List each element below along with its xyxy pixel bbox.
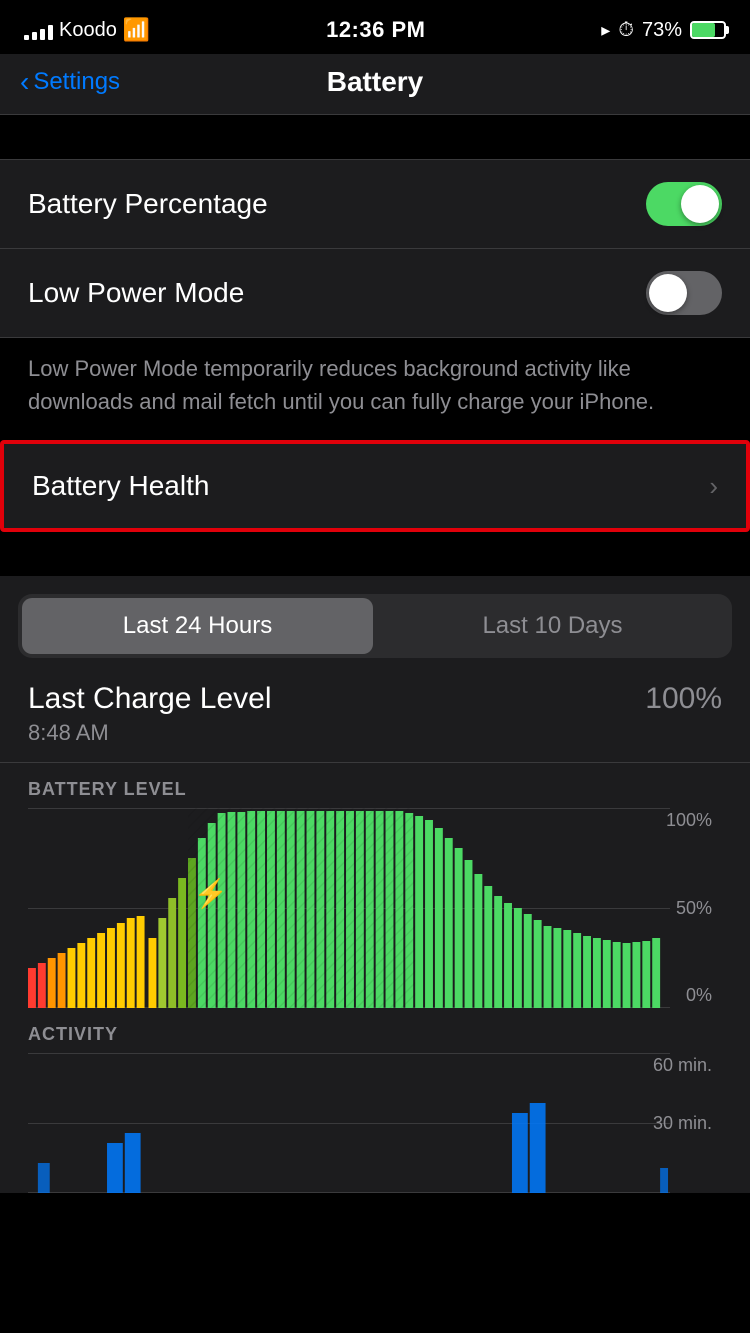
signal-icon: [24, 20, 53, 40]
status-left: Koodo 📶: [24, 17, 150, 43]
charge-section: Last Charge Level 8:48 AM 100%: [0, 658, 750, 762]
battery-level-chart-section: BATTERY LEVEL: [0, 763, 750, 1008]
toggle-knob: [681, 185, 719, 223]
battery-health-row[interactable]: Battery Health ›: [4, 444, 746, 528]
charge-title: Last Charge Level: [28, 682, 272, 716]
low-power-mode-row: Low Power Mode: [0, 249, 750, 337]
charge-info: Last Charge Level 8:48 AM: [28, 682, 272, 746]
battery-chart: ⚡ 100% 50% 0%: [28, 808, 722, 1008]
battery-health-chevron-icon: ›: [709, 471, 718, 502]
segment-10d-button[interactable]: Last 10 Days: [377, 598, 728, 654]
location-icon: ▸: [601, 20, 610, 41]
battery-percentage-toggle[interactable]: [646, 182, 722, 226]
activity-chart-section: ACTIVITY 60 min. 30 min. 0: [0, 1008, 750, 1193]
nav-bar: ‹ Settings Battery: [0, 54, 750, 115]
battery-chart-wrapper: ⚡ 100% 50% 0%: [0, 808, 750, 1008]
battery-percentage-row: Battery Percentage: [0, 160, 750, 249]
charge-time: 8:48 AM: [28, 720, 272, 746]
main-settings-section: Battery Percentage Low Power Mode: [0, 159, 750, 338]
segment-container: Last 24 Hours Last 10 Days: [0, 576, 750, 658]
back-label: Settings: [33, 68, 120, 96]
activity-chart-label: ACTIVITY: [0, 1024, 750, 1045]
charge-percentage: 100%: [645, 682, 722, 716]
status-time: 12:36 PM: [326, 17, 425, 43]
toggle-knob: [649, 274, 687, 312]
y-label-50: 50%: [676, 898, 712, 919]
battery-percentage-label: Battery Percentage: [28, 188, 268, 220]
y-label-0: 0%: [686, 985, 712, 1006]
activity-chart-svg: [28, 1053, 670, 1193]
y-label-100: 100%: [666, 810, 712, 831]
battery-percentage-label: 73%: [642, 19, 682, 42]
low-power-mode-label: Low Power Mode: [28, 277, 244, 309]
back-chevron-icon: ‹: [20, 68, 29, 96]
battery-health-label: Battery Health: [32, 470, 209, 502]
low-power-mode-toggle[interactable]: [646, 271, 722, 315]
battery-chart-svg: ⚡: [28, 808, 670, 1008]
page-title: Battery: [327, 66, 423, 98]
status-bar: Koodo 📶 12:36 PM ▸ ⏱ 73%: [0, 0, 750, 54]
activity-y-60: 60 min.: [653, 1055, 712, 1076]
alarm-icon: ⏱: [618, 19, 634, 42]
carrier-label: Koodo: [59, 19, 117, 42]
segment-24h-button[interactable]: Last 24 Hours: [22, 598, 373, 654]
wifi-icon: 📶: [123, 17, 150, 43]
battery-chart-label: BATTERY LEVEL: [0, 779, 750, 800]
time-segment-control: Last 24 Hours Last 10 Days: [18, 594, 732, 658]
activity-chart: 60 min. 30 min. 0: [28, 1053, 722, 1193]
middle-spacer: [0, 532, 750, 576]
battery-health-section: Battery Health ›: [0, 440, 750, 532]
activity-y-labels: 60 min. 30 min. 0: [653, 1053, 712, 1193]
status-right: ▸ ⏱ 73%: [601, 19, 726, 42]
battery-y-labels: 100% 50% 0%: [666, 808, 712, 1008]
charge-row: Last Charge Level 8:48 AM 100%: [28, 682, 722, 746]
top-spacer: [0, 115, 750, 159]
back-button[interactable]: ‹ Settings: [20, 68, 120, 96]
svg-text:⚡: ⚡: [194, 877, 228, 910]
activity-chart-wrapper: 60 min. 30 min. 0: [0, 1053, 750, 1193]
battery-icon: [690, 21, 726, 39]
battery-fill: [692, 23, 715, 37]
low-power-description: Low Power Mode temporarily reduces backg…: [0, 338, 750, 440]
activity-y-30: 30 min.: [653, 1113, 712, 1134]
